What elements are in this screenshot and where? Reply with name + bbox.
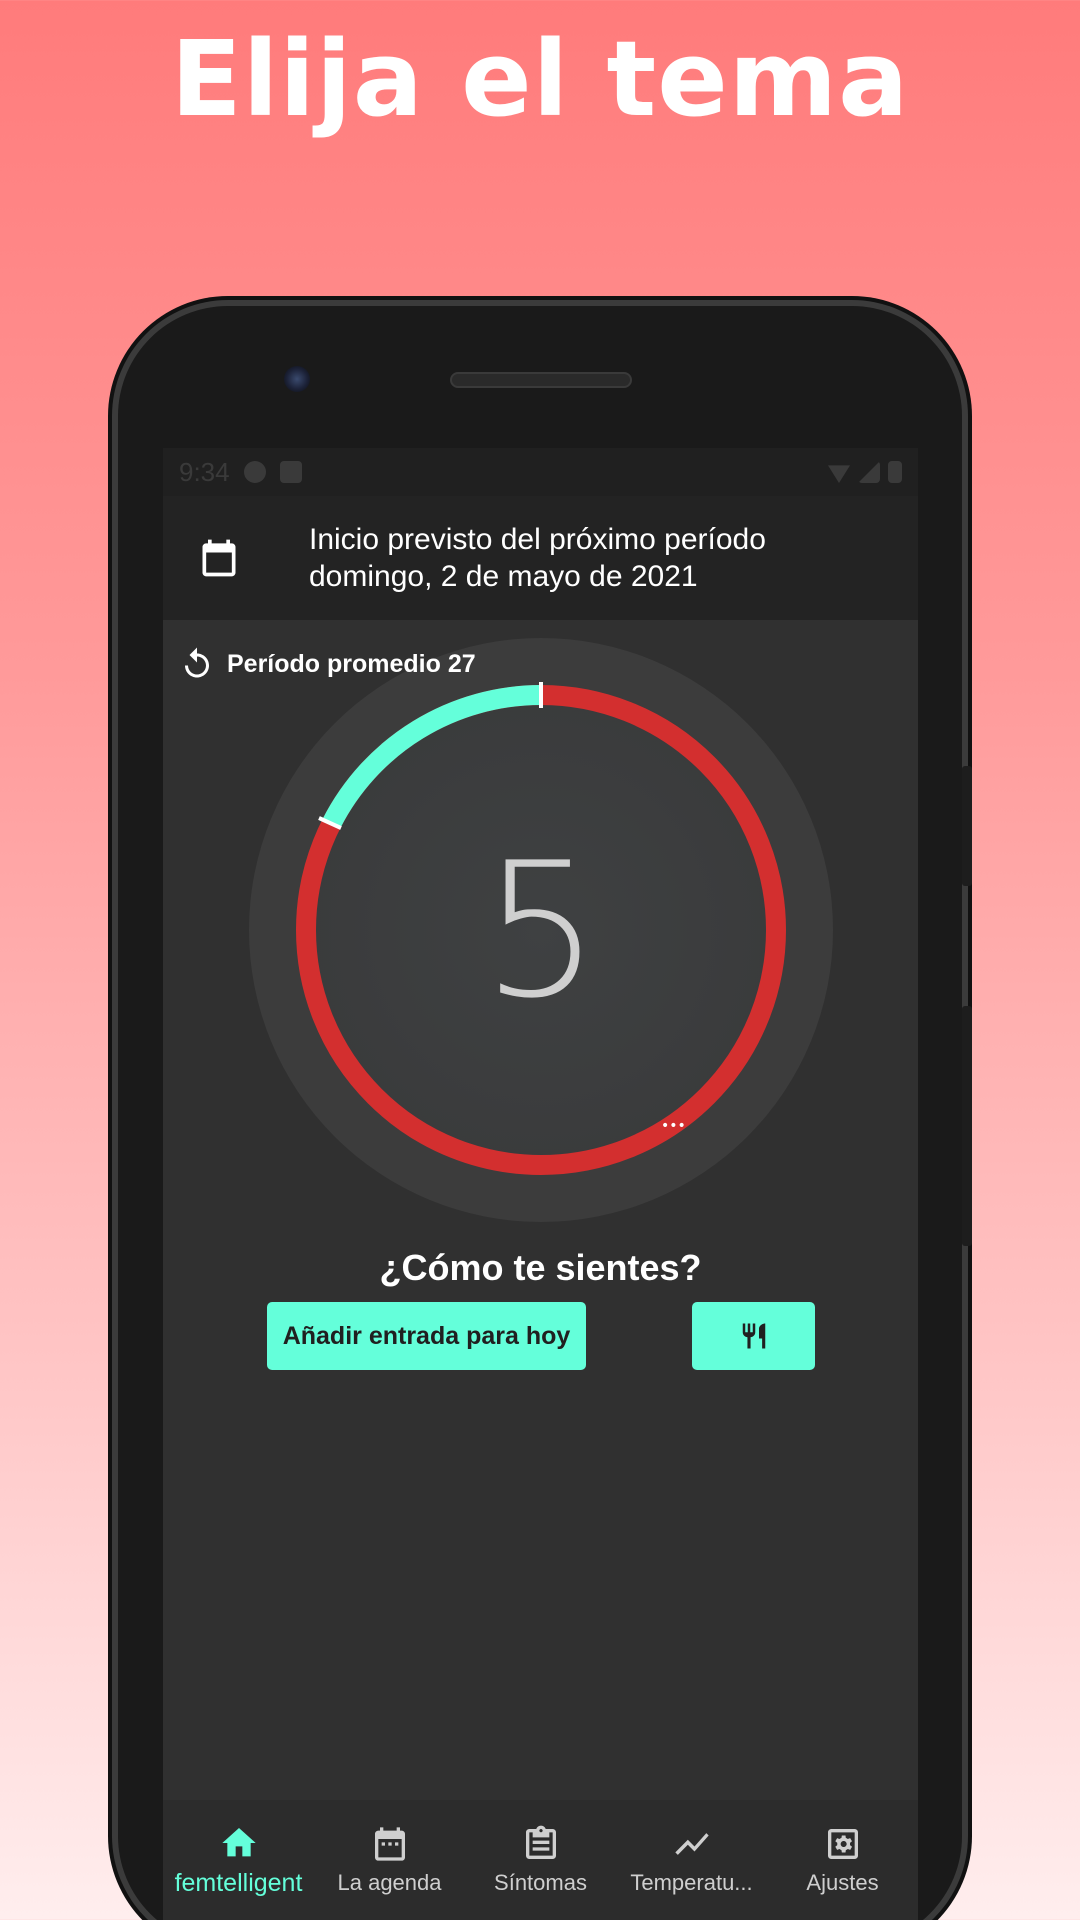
food-button[interactable] bbox=[692, 1302, 815, 1370]
nav-item-temperature[interactable]: Temperatu... bbox=[616, 1800, 767, 1920]
home-icon bbox=[221, 1827, 256, 1856]
sd-card-icon bbox=[279, 461, 302, 483]
front-camera bbox=[284, 366, 310, 392]
battery-icon bbox=[888, 461, 902, 483]
next-period-title: Inicio previsto del próximo período bbox=[309, 523, 766, 556]
nav-item-label: Ajustes bbox=[806, 1870, 879, 1895]
next-period-header[interactable]: Inicio previsto del próximo período domi… bbox=[163, 496, 918, 620]
calendar-icon bbox=[374, 1827, 405, 1861]
nav-item-agenda[interactable]: La agenda bbox=[314, 1800, 465, 1920]
feeling-question: ¿Cómo te sientes? bbox=[379, 1247, 702, 1288]
volume-button bbox=[962, 1006, 972, 1246]
status-bar: 9:34 bbox=[163, 448, 918, 496]
app-screen: 9:34 Inicio previsto del próximo período… bbox=[163, 448, 918, 1920]
average-period[interactable]: Período promedio 27 bbox=[179, 646, 476, 682]
settings-icon bbox=[827, 1829, 858, 1859]
bottom-navigation: femtelligent La agenda Síntomas Temperat… bbox=[163, 1800, 918, 1920]
calendar-icon bbox=[202, 539, 236, 577]
nav-item-label: La agenda bbox=[337, 1870, 442, 1895]
nav-item-label: Síntomas bbox=[494, 1870, 587, 1895]
promo-headline: Elija el tema bbox=[170, 18, 910, 140]
signal-icon bbox=[858, 461, 880, 483]
nav-item-label: femtelligent bbox=[174, 1868, 303, 1897]
nav-item-home[interactable]: femtelligent bbox=[163, 1800, 314, 1920]
add-entry-button[interactable]: Añadir entrada para hoy bbox=[267, 1302, 586, 1370]
earpiece-speaker bbox=[450, 372, 632, 388]
cycle-area: Período promedio 27 ••• 5 bbox=[163, 620, 918, 1240]
power-button bbox=[962, 766, 972, 886]
next-period-date: domingo, 2 de mayo de 2021 bbox=[309, 560, 698, 593]
nav-item-symptoms[interactable]: Síntomas bbox=[465, 1800, 616, 1920]
trending-icon bbox=[674, 1833, 709, 1855]
wifi-icon bbox=[828, 465, 850, 483]
status-time: 9:34 bbox=[179, 456, 230, 487]
actions-row: Añadir entrada para hoy bbox=[163, 1296, 918, 1376]
clipboard-icon bbox=[525, 1825, 556, 1859]
restaurant-icon bbox=[742, 1323, 765, 1349]
history-icon bbox=[185, 647, 209, 678]
notification-icon bbox=[243, 461, 266, 483]
nav-item-label: Temperatu... bbox=[630, 1870, 753, 1895]
nav-item-settings[interactable]: Ajustes bbox=[767, 1800, 918, 1920]
cycle-day-number: 5 bbox=[481, 821, 601, 1039]
average-period-label: Período promedio 27 bbox=[227, 649, 476, 678]
